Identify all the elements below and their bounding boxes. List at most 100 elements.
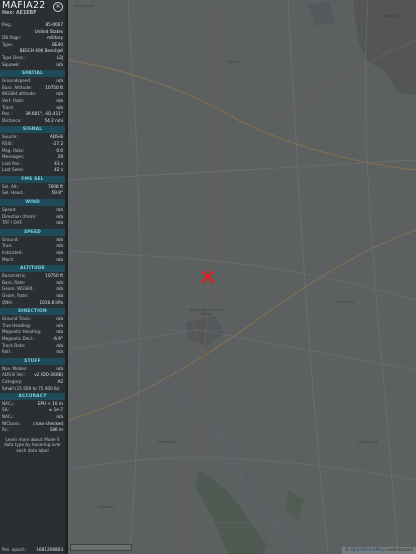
info-label[interactable]: Track Rate: — [2, 343, 25, 350]
info-row: NICbaro: cross-checked — [0, 421, 65, 428]
info-row: Track: n/a — [0, 105, 65, 112]
info-label[interactable]: NACₚ: — [2, 401, 14, 408]
info-label[interactable]: Geom. Rate: — [2, 293, 28, 300]
info-label[interactable]: Ground Track: — [2, 316, 31, 323]
info-row: Groundspeed: n/a — [0, 78, 65, 85]
map-view[interactable]: Springfield Washington Court House Green… — [68, 0, 416, 554]
map-attribution: © OpenStreetMap contributors — [341, 547, 416, 554]
info-row: Geom. WGS84: n/a — [0, 286, 65, 293]
info-value: n/a — [56, 322, 63, 328]
info-value: 7008 ft — [47, 183, 63, 189]
info-label[interactable]: Category: — [2, 379, 22, 386]
info-label[interactable]: NACᵥ: — [2, 414, 14, 421]
info-row: TAT / OAT: n/a — [0, 220, 65, 227]
info-label[interactable]: Mach: — [2, 257, 15, 264]
info-value: A2 — [57, 378, 63, 384]
info-label[interactable]: Magnetic Heading: — [2, 329, 41, 336]
info-label[interactable]: Baro. Rate: — [2, 280, 25, 287]
osm-link[interactable]: OpenStreetMap — [351, 548, 385, 553]
info-label[interactable]: Messages: — [2, 154, 24, 161]
info-label[interactable]: WGS84 altitude: — [2, 91, 36, 98]
info-label[interactable]: Vert. Rate: — [2, 98, 24, 105]
info-row: WGS84 altitude: n/a — [0, 91, 65, 98]
info-label[interactable]: Pos.: — [2, 111, 12, 118]
info-value: 10750 ft — [45, 273, 63, 279]
section-header-accuracy: ACCURACY — [0, 392, 65, 400]
info-row: RSSI: -27.2 — [0, 141, 65, 148]
info-label[interactable]: Ground: — [2, 237, 19, 244]
info-row: Magnetic Heading: n/a — [0, 329, 65, 336]
info-row: Sel. Head.: 59.8° — [0, 190, 65, 197]
info-row: True Heading: n/a — [0, 323, 65, 330]
pos-epoch-label: Pos. epoch: — [2, 547, 26, 553]
info-value: EPU < 10 m — [37, 400, 63, 406]
aircraft-marker-icon[interactable] — [201, 270, 215, 284]
info-label[interactable]: RSSI: — [2, 141, 13, 148]
info-label[interactable]: DB flags: — [2, 35, 21, 42]
info-label[interactable]: Nav. Modes: — [2, 366, 28, 373]
info-value: n/a — [56, 329, 63, 335]
info-label[interactable]: Type: — [2, 42, 13, 49]
info-row: Baro. Altitude: 10750 ft — [0, 85, 65, 92]
info-label[interactable]: Geom. WGS84: — [2, 286, 34, 293]
info-value: L2J — [56, 54, 63, 60]
info-label[interactable]: TAT / OAT: — [2, 220, 23, 227]
info-row: Track Rate: n/a — [0, 343, 65, 350]
info-label[interactable]: NICbaro: — [2, 421, 20, 428]
info-label[interactable]: Last Pos.: — [2, 161, 22, 168]
info-value: BEECH 400 Beechjet — [19, 48, 63, 54]
info-label[interactable]: Reg.: — [2, 22, 13, 29]
info-label[interactable]: Type Desc.: — [2, 55, 26, 62]
info-label[interactable]: Last Seen: — [2, 167, 24, 174]
close-icon[interactable]: ✕ — [53, 2, 63, 12]
info-value: n/a — [56, 61, 63, 67]
info-row: Category: A2 — [0, 379, 65, 386]
info-label[interactable]: Distance: — [2, 118, 22, 125]
info-row: Sel. Alt.: 7008 ft — [0, 184, 65, 191]
info-label[interactable]: Roll: — [2, 349, 11, 356]
info-row: Barometric: 10750 ft — [0, 273, 65, 280]
map-place-label: Circleville — [336, 299, 355, 304]
info-value: n/a — [56, 78, 63, 84]
info-label[interactable]: Squawk: — [2, 62, 20, 69]
info-value: n/a — [56, 220, 63, 226]
info-label[interactable]: Rc: — [2, 427, 9, 434]
info-label[interactable]: Msg. Rate: — [2, 148, 24, 155]
info-label[interactable]: QNH: — [2, 300, 13, 307]
info-value: cross-checked — [33, 420, 63, 426]
section-header-fms-sel: FMS SEL — [0, 175, 65, 183]
info-row: Baro. Rate: n/a — [0, 280, 65, 287]
info-label[interactable]: SIL: — [2, 407, 10, 414]
info-row: Indicated: n/a — [0, 250, 65, 257]
info-value: 29 — [57, 154, 63, 160]
info-label[interactable]: Sel. Head.: — [2, 190, 25, 197]
info-label[interactable]: Source: — [2, 134, 18, 141]
info-label[interactable]: Sel. Alt.: — [2, 184, 19, 191]
info-value: n/a — [56, 256, 63, 262]
info-value: n/a — [56, 293, 63, 298]
info-value: 43 s — [54, 160, 63, 166]
info-label[interactable]: Barometric: — [2, 273, 27, 280]
info-row: Direction (from): n/a — [0, 214, 65, 221]
info-value: 0.0 — [56, 147, 63, 153]
info-value: n/a — [56, 207, 63, 213]
info-row: Mach: n/a — [0, 257, 65, 264]
info-label[interactable]: True: — [2, 243, 12, 250]
info-label[interactable]: Groundspeed: — [2, 78, 31, 85]
info-label[interactable]: Indicated: — [2, 250, 23, 257]
info-label[interactable]: Track: — [2, 105, 14, 112]
info-label[interactable]: Baro. Altitude: — [2, 85, 32, 92]
info-row: True: n/a — [0, 243, 65, 250]
info-label[interactable]: Direction (from): — [2, 214, 37, 221]
info-row: DB flags: military — [0, 35, 65, 42]
info-row: Last Seen: 42 s — [0, 167, 65, 174]
section-header-spatial: SPATIAL — [0, 70, 65, 78]
info-label[interactable]: Magnetic Decl.: — [2, 336, 35, 343]
info-label[interactable]: ADS-B Ver.: — [2, 372, 26, 379]
info-label[interactable]: Speed: — [2, 207, 17, 214]
info-value: v2 (DO-260B) — [34, 372, 63, 378]
info-value: n/a — [56, 213, 63, 219]
hex-label: Hex: — [2, 11, 16, 16]
info-label[interactable]: True Heading: — [2, 323, 31, 330]
map-place-label: Hillsboro — [98, 504, 115, 509]
